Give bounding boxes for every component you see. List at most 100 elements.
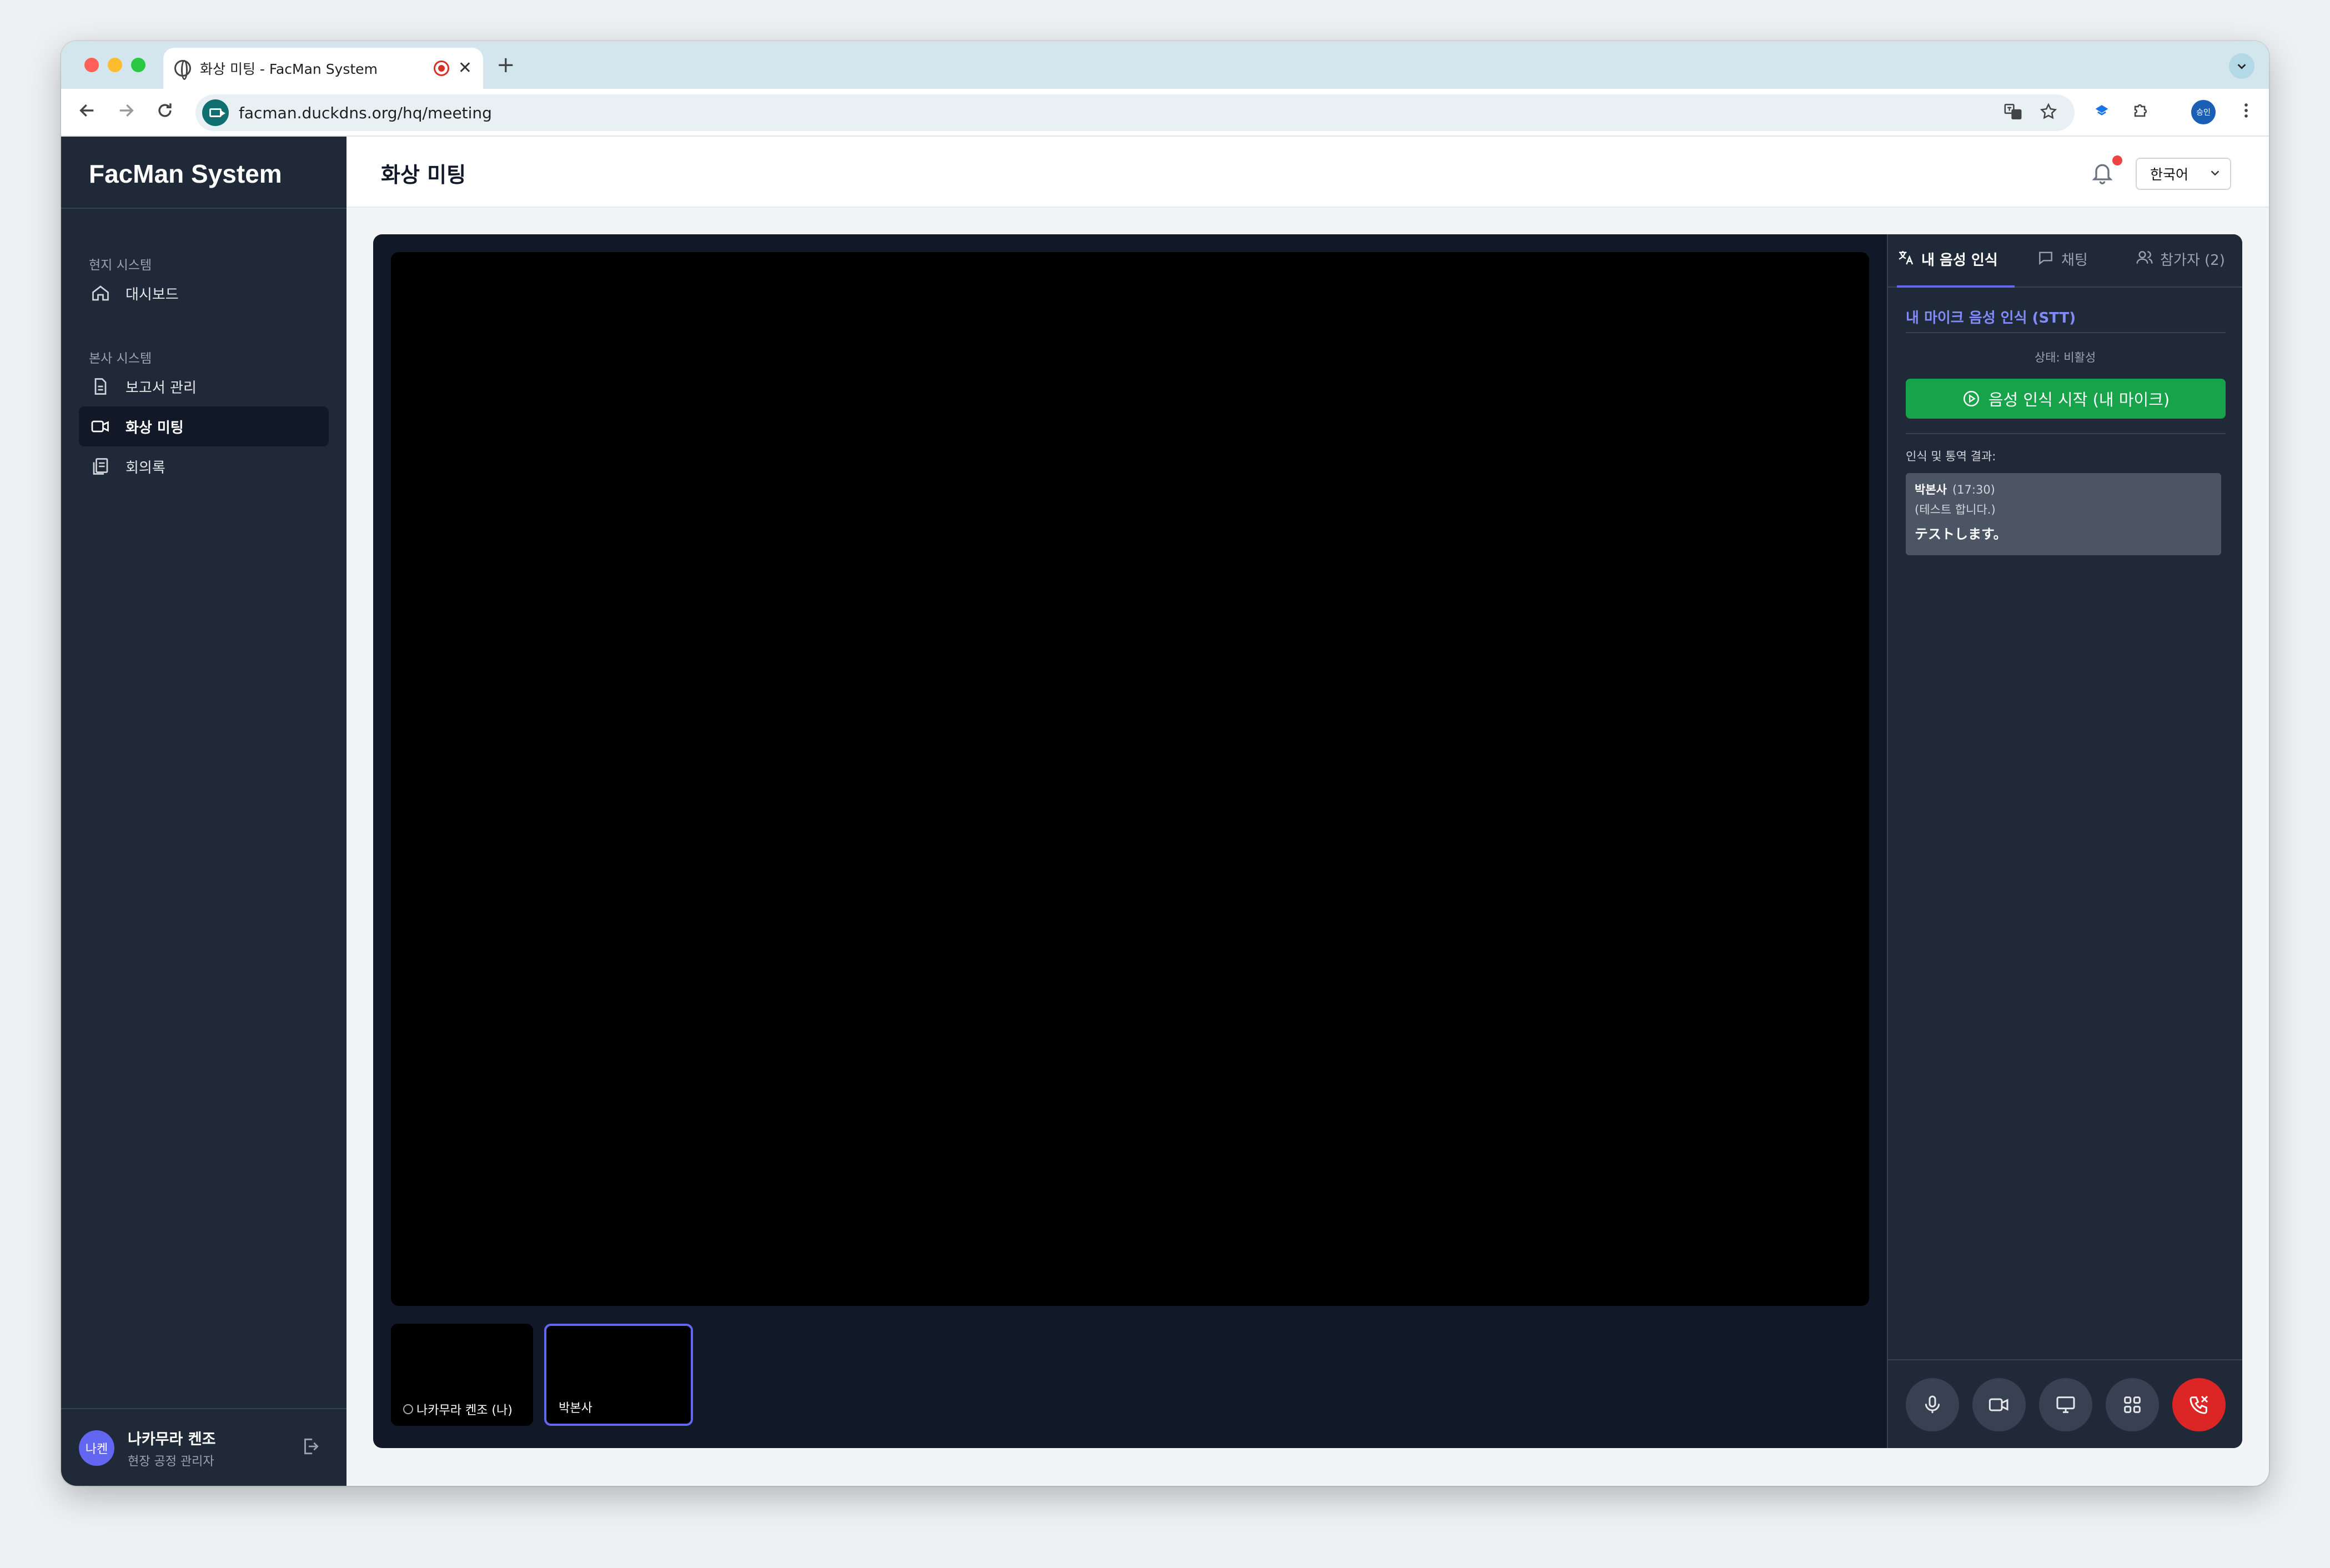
tab-search-button[interactable] — [2229, 53, 2254, 79]
divider — [61, 1408, 347, 1409]
clipboard-list-icon — [90, 456, 111, 477]
user-role: 현장 공정 관리자 — [128, 1455, 214, 1469]
tab-close-icon[interactable]: ✕ — [458, 60, 472, 77]
forward-icon[interactable] — [117, 101, 135, 123]
new-tab-button[interactable]: + — [496, 52, 515, 78]
sidebar: FacMan System 현지 시스템 대시보드 본사 시스템 보고서 관리 — [61, 137, 347, 1486]
camera-toggle-button[interactable] — [1972, 1378, 2026, 1431]
divider — [1888, 1359, 2242, 1360]
participant-thumbnail[interactable]: 나카무라 켄조 (나) — [391, 1324, 533, 1426]
more-menu-icon[interactable] — [2237, 101, 2256, 123]
microphone-icon — [1925, 1395, 1940, 1413]
tab-participants[interactable]: 참가자 (2) — [2136, 249, 2225, 288]
mic-status-icon — [403, 1404, 413, 1414]
sidebar-item-label: 대시보드 — [125, 286, 179, 303]
tab-chat[interactable]: 채팅 — [2037, 249, 2088, 288]
reload-icon[interactable] — [155, 101, 174, 123]
logout-icon[interactable] — [300, 1436, 321, 1459]
result-speaker: 박본사 — [1915, 483, 1947, 496]
participant-thumbnail-active[interactable]: 박본사 — [544, 1324, 693, 1426]
language-value: 한국어 — [2150, 167, 2189, 183]
site-info-icon[interactable] — [202, 99, 229, 126]
thumbnail-label: 나카무라 켄조 (나) — [403, 1400, 513, 1418]
tab-title: 화상 미팅 - FacMan System — [200, 61, 378, 77]
recording-icon — [433, 61, 449, 76]
panel-tabs: 내 음성 인식 채팅 참가자 (2) — [1888, 234, 2242, 288]
avatar: 나켄 — [79, 1430, 114, 1466]
mic-toggle-button[interactable] — [1906, 1378, 1959, 1431]
browser-tab[interactable]: 화상 미팅 - FacMan System ✕ — [163, 48, 483, 89]
tab-label: 참가자 (2) — [2160, 252, 2225, 269]
sidebar-item-label: 화상 미팅 — [125, 419, 184, 436]
page-header: 화상 미팅 한국어 — [347, 137, 2269, 208]
close-window-button[interactable] — [84, 58, 99, 72]
chat-bubble-icon — [2039, 252, 2052, 265]
url-text: facman.duckdns.org/hq/meeting — [239, 103, 492, 122]
divider — [1906, 433, 2226, 434]
result-time: (17:30) — [1952, 483, 1995, 496]
sidebar-item-label: 보고서 관리 — [125, 379, 197, 396]
bell-icon[interactable] — [2090, 160, 2115, 189]
tab-label: 채팅 — [2061, 252, 2088, 269]
main-content: 화상 미팅 한국어 나카무라 켄조 (나) 박본사 내 음성 인식 채팅 참가자… — [347, 137, 2269, 1486]
back-icon[interactable] — [78, 101, 97, 123]
monitor-icon — [2056, 1396, 2075, 1413]
sidebar-item-video-meeting[interactable]: 화상 미팅 — [79, 406, 329, 446]
start-recognition-button[interactable]: 음성 인식 시작 (내 마이크) — [1906, 379, 2226, 419]
extension-pin-icon[interactable] — [2092, 101, 2111, 123]
video-camera-icon — [90, 416, 111, 437]
tab-speech-recognition[interactable]: 내 음성 인식 — [1897, 249, 2015, 288]
screen-share-button[interactable] — [2039, 1378, 2092, 1431]
video-camera-icon — [1988, 1398, 2008, 1411]
user-name: 나카무라 켄조 — [128, 1431, 216, 1448]
play-circle-icon — [1963, 390, 1979, 407]
result-original: (테스트 합니다.) — [1915, 503, 1996, 516]
tab-label: 내 음성 인식 — [1921, 252, 1998, 269]
side-panel: 내 음성 인식 채팅 참가자 (2) 내 마이크 음성 인식 (STT) 상태:… — [1887, 234, 2242, 1448]
app-root: FacMan System 현지 시스템 대시보드 본사 시스템 보고서 관리 — [61, 137, 2269, 1486]
divider — [1906, 332, 2226, 333]
phone-hangup-icon — [2190, 1395, 2208, 1414]
translate-icon[interactable] — [2003, 102, 2022, 124]
sidebar-item-dashboard[interactable]: 대시보드 — [79, 273, 329, 313]
meeting-container: 나카무라 켄조 (나) 박본사 내 음성 인식 채팅 참가자 (2) 내 마이크… — [373, 234, 2242, 1448]
sidebar-item-reports[interactable]: 보고서 관리 — [79, 366, 329, 406]
participant-name: 나카무라 켄조 (나) — [416, 1404, 513, 1418]
bookmark-star-icon[interactable] — [2039, 102, 2058, 124]
result-translation: テストします。 — [1915, 526, 2007, 542]
end-call-button[interactable] — [2172, 1378, 2226, 1431]
result-item: 박본사 (17:30) (테스트 합니다.) テストします。 — [1906, 473, 2221, 555]
thumbnail-label: 박본사 — [559, 1398, 592, 1416]
result-header: 박본사 (17:30) — [1915, 481, 2212, 497]
main-video[interactable] — [391, 252, 1869, 1306]
tab-strip: 화상 미팅 - FacMan System ✕ + — [61, 41, 2269, 89]
stt-title: 내 마이크 음성 인식 (STT) — [1906, 310, 2076, 326]
profile-avatar[interactable]: 승인 — [2191, 100, 2216, 124]
language-select[interactable]: 한국어 — [2136, 158, 2231, 190]
divider — [61, 208, 347, 209]
page-title: 화상 미팅 — [381, 163, 466, 187]
document-icon — [90, 376, 111, 397]
browser-toolbar: facman.duckdns.org/hq/meeting 승인 — [61, 89, 2269, 137]
result-label: 인식 및 통역 결과: — [1906, 450, 1996, 463]
browser-window: 화상 미팅 - FacMan System ✕ + facman.duckdns… — [61, 41, 2269, 1486]
extensions-icon[interactable] — [2131, 101, 2150, 123]
sidebar-item-minutes[interactable]: 회의록 — [79, 446, 329, 486]
address-bar[interactable]: facman.duckdns.org/hq/meeting — [195, 94, 2075, 131]
chevron-down-icon — [2209, 167, 2221, 182]
stt-status: 상태: 비활성 — [2034, 351, 2096, 364]
users-icon — [2136, 251, 2153, 264]
sidebar-item-label: 회의록 — [125, 459, 165, 476]
notification-badge — [2112, 155, 2122, 165]
section-label-hq: 본사 시스템 — [89, 351, 152, 366]
maximize-window-button[interactable] — [131, 58, 145, 72]
layout-grid-button[interactable] — [2106, 1378, 2159, 1431]
chevron-down-icon — [2237, 64, 2246, 69]
brand-title: FacMan System — [89, 159, 282, 188]
globe-icon — [174, 60, 191, 80]
button-label: 음성 인식 시작 (내 마이크) — [1988, 390, 2170, 409]
minimize-window-button[interactable] — [108, 58, 122, 72]
home-icon — [90, 283, 111, 304]
participant-name: 박본사 — [559, 1401, 592, 1415]
section-label-local: 현지 시스템 — [89, 258, 152, 273]
